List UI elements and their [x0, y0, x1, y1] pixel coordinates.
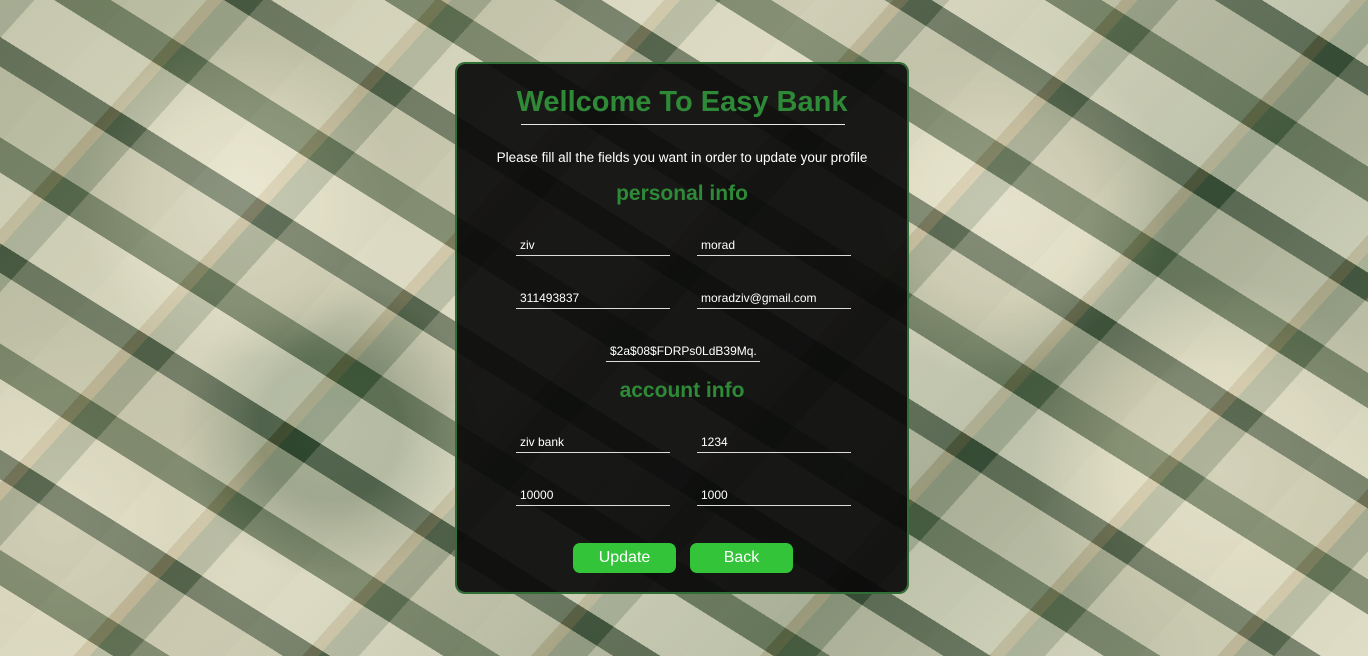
- personal-info-heading: personal info: [616, 182, 748, 205]
- first-name-field[interactable]: [516, 234, 670, 256]
- title-underline: [521, 124, 845, 125]
- balance-field[interactable]: [516, 484, 670, 506]
- back-button[interactable]: Back: [690, 543, 793, 573]
- id-number-field[interactable]: [516, 287, 670, 309]
- update-profile-card: Wellcome To Easy Bank Please fill all th…: [457, 64, 907, 592]
- account-info-heading: account info: [619, 379, 745, 402]
- credit-limit-field[interactable]: [697, 484, 851, 506]
- instructions-text: Please fill all the fields you want in o…: [496, 150, 868, 165]
- account-number-field[interactable]: [697, 431, 851, 453]
- bank-name-field[interactable]: [516, 431, 670, 453]
- email-field[interactable]: [697, 287, 851, 309]
- password-field[interactable]: [606, 340, 760, 362]
- page-title: Wellcome To Easy Bank: [516, 86, 848, 118]
- last-name-field[interactable]: [697, 234, 851, 256]
- update-button[interactable]: Update: [573, 543, 676, 573]
